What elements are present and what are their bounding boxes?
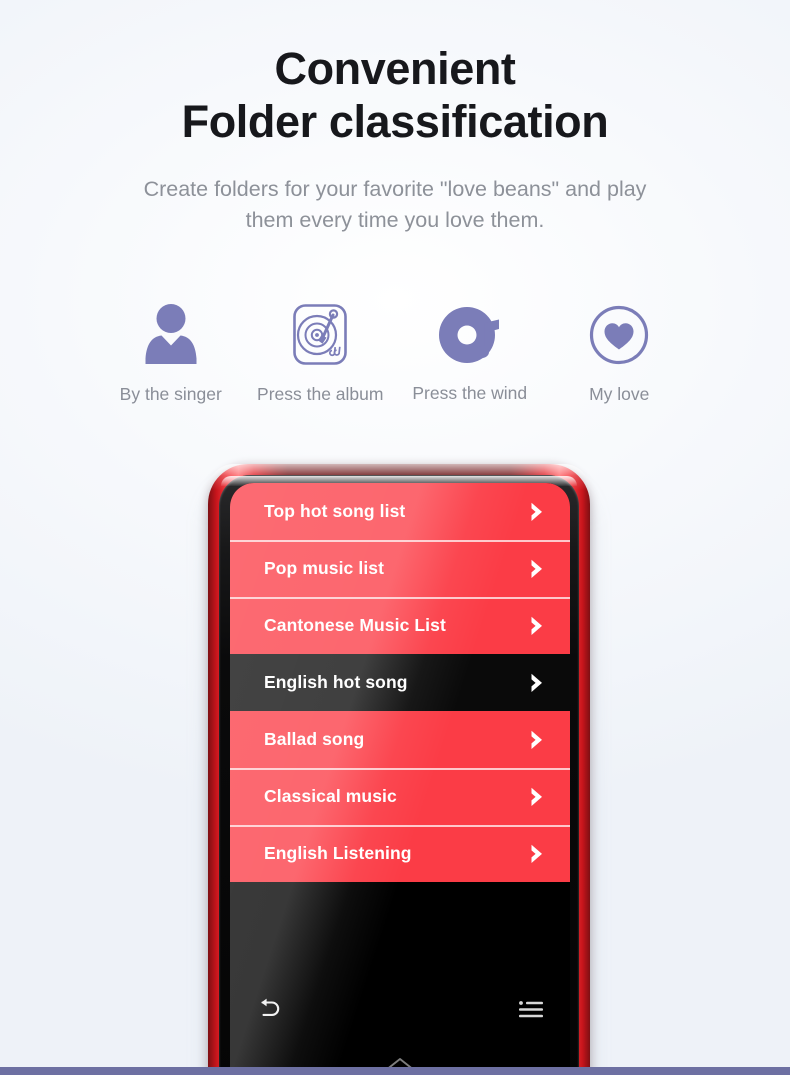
feature-label: Press the album [257, 384, 384, 404]
folder-row-label: Classical music [264, 786, 397, 806]
feature-press-the-wind[interactable]: Press the wind [395, 300, 545, 404]
feature-press-the-album[interactable]: Press the album [246, 300, 396, 405]
heart-circle-icon [587, 300, 651, 372]
chevron-right-icon [526, 841, 548, 867]
feature-my-love[interactable]: My love [545, 300, 695, 405]
folder-row[interactable]: Ballad song [230, 711, 570, 768]
device-screen: Top hot song list Pop music list Cantonese… [230, 483, 570, 1075]
folder-list: Top hot song list Pop music list Cantonese… [230, 483, 570, 882]
screen-navbar [230, 987, 570, 1031]
folder-row-label: Cantonese Music List [264, 615, 446, 635]
screen-empty-area [230, 882, 570, 1075]
chevron-right-icon [526, 499, 548, 525]
folder-row-label: English hot song [264, 672, 408, 692]
feature-label: Press the wind [412, 383, 528, 403]
feature-label: By the singer [119, 384, 222, 404]
page-title-line-1: Convenient [274, 43, 516, 94]
music-player-device: Top hot song list Pop music list Cantonese… [203, 464, 595, 1075]
folder-row-label: Top hot song list [264, 501, 406, 521]
chevron-right-icon [526, 613, 548, 639]
chevron-right-icon [526, 784, 548, 810]
page-title-line-2: Folder classification [181, 96, 609, 148]
folder-row-label: Ballad song [264, 729, 365, 749]
singer-icon [139, 300, 203, 372]
page-title: Convenient Folder classification [0, 42, 790, 148]
page-subtitle-line-1: Create folders for your favorite "love b… [143, 177, 647, 202]
list-menu-icon[interactable] [514, 992, 548, 1026]
folder-row[interactable]: English hot song [230, 654, 570, 711]
hero-section: Convenient Folder classification Create … [0, 42, 790, 235]
page-subtitle-line-2: them every time you love them. [245, 207, 545, 232]
feature-icon-row: By the singer Press the album Press the … [96, 300, 694, 405]
folder-row-label: Pop music list [264, 558, 385, 578]
folder-row[interactable]: Classical music [230, 768, 570, 825]
feature-by-the-singer[interactable]: By the singer [96, 300, 246, 405]
feature-label: My love [589, 384, 650, 404]
turntable-icon [288, 300, 352, 372]
back-arrow-icon[interactable] [252, 992, 286, 1026]
vinyl-note-icon [437, 300, 503, 372]
bottom-accent-bar [0, 1067, 790, 1075]
folder-row[interactable]: English Listening [230, 825, 570, 882]
chevron-right-icon [526, 727, 548, 753]
folder-row-label: English Listening [264, 843, 412, 863]
folder-row[interactable]: Top hot song list [230, 483, 570, 540]
folder-row[interactable]: Cantonese Music List [230, 597, 570, 654]
folder-row[interactable]: Pop music list [230, 540, 570, 597]
chevron-right-icon [526, 556, 548, 582]
chevron-right-icon [526, 670, 548, 696]
page-subtitle: Create folders for your favorite "love b… [0, 174, 790, 235]
